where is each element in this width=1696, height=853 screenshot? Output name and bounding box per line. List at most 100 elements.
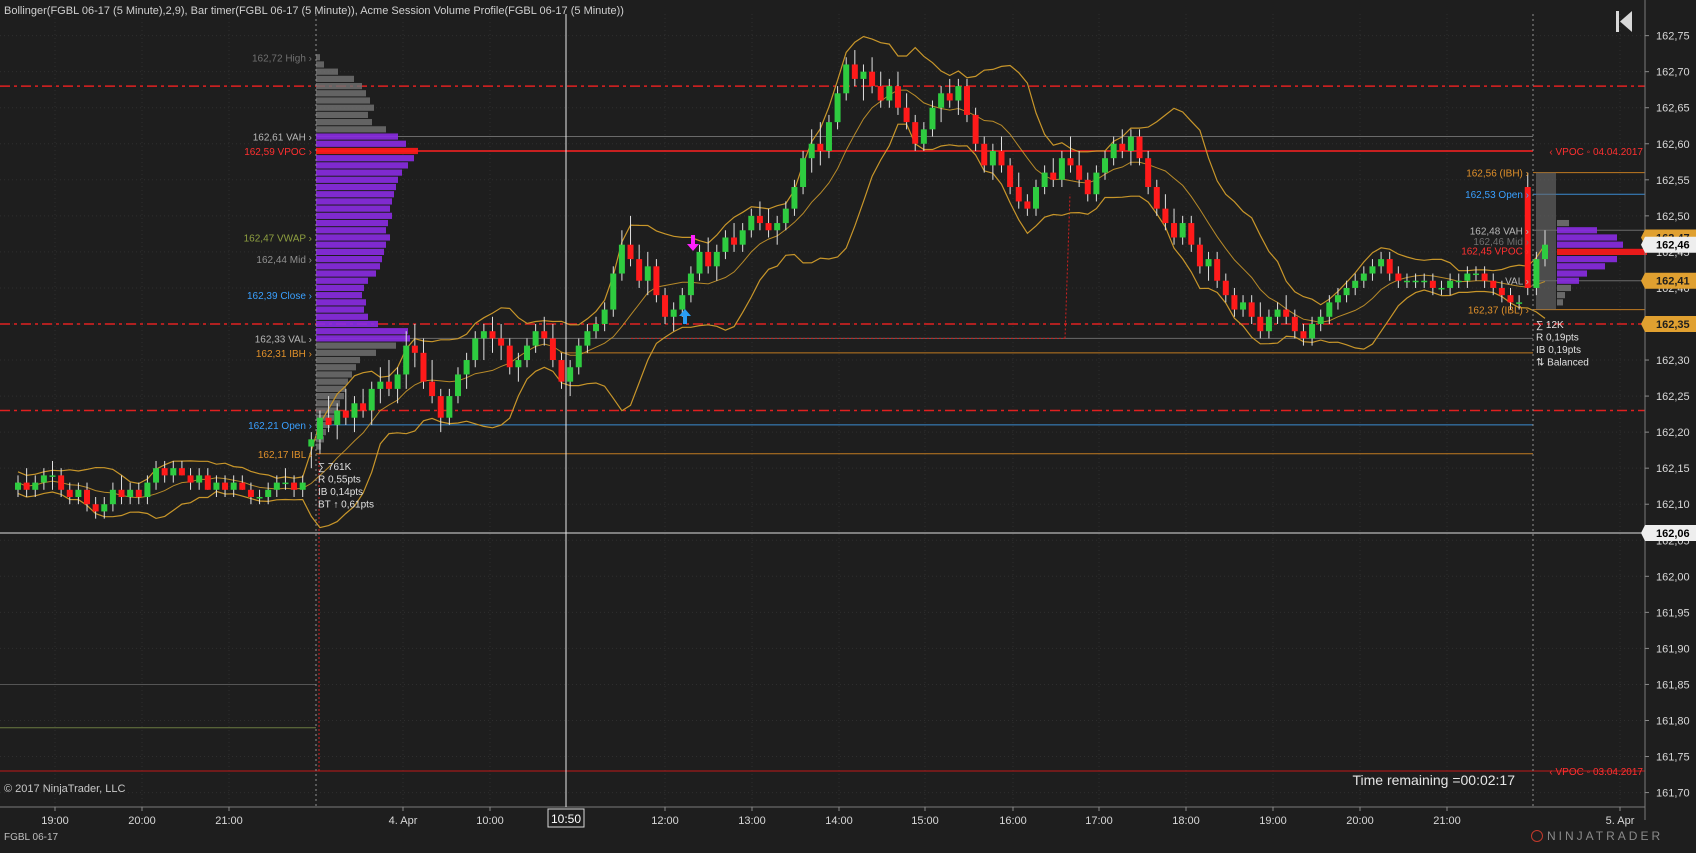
- candle-up: [782, 208, 789, 224]
- candle-up: [1110, 143, 1117, 159]
- price-badge-label: 162,35: [1656, 319, 1690, 331]
- candle-up: [1533, 259, 1540, 288]
- candle-down: [411, 345, 418, 353]
- profile-bar: [316, 75, 354, 82]
- copyright: © 2017 NinjaTrader, LLC: [4, 783, 125, 795]
- prev-profile-label: 162,47 VWAP ›: [244, 233, 312, 244]
- candle-down: [222, 482, 229, 490]
- candle-up: [860, 71, 867, 79]
- candle-down: [58, 475, 65, 490]
- candle-down: [1214, 259, 1221, 281]
- time-tick-label: 19:00: [41, 815, 69, 827]
- indicator-list: Bollinger(FGBL 06-17 (5 Minute),2,9), Ba…: [4, 5, 624, 17]
- candle-up: [368, 388, 375, 411]
- candle-down: [765, 223, 772, 231]
- candle-down: [1119, 143, 1126, 151]
- candle-up: [1058, 158, 1065, 180]
- profile-bar: [1557, 263, 1605, 270]
- candle-down: [92, 504, 99, 512]
- candle-down: [135, 489, 142, 498]
- candle-down: [1015, 187, 1022, 202]
- candle-up: [532, 331, 539, 346]
- profile-bar: [316, 119, 372, 126]
- cur-profile-label: 162,56 (IBH) ›: [1466, 169, 1529, 180]
- candle-up: [1438, 287, 1445, 290]
- candle-up: [308, 439, 315, 447]
- candle-up: [1464, 273, 1471, 281]
- candle-up: [1205, 259, 1212, 267]
- candle-up: [1265, 316, 1272, 332]
- candle-up: [748, 215, 755, 231]
- candle-up: [584, 331, 591, 346]
- candle-down: [541, 331, 548, 339]
- profile-bar: [316, 183, 396, 191]
- profile-bar: [316, 219, 388, 227]
- candle-up: [256, 497, 263, 499]
- profile-bar: [1557, 256, 1617, 263]
- candle-up: [1102, 158, 1109, 173]
- time-tick-label: 10:00: [476, 815, 504, 827]
- candle-up: [446, 396, 453, 418]
- profile-bar: [316, 284, 364, 292]
- candle-up: [40, 475, 47, 483]
- profile-bar: [1557, 227, 1597, 234]
- prev-session-stat: IB 0,14pts: [318, 487, 363, 498]
- candle-up: [1472, 273, 1479, 276]
- price-tick-label: 162,00: [1656, 571, 1690, 583]
- candle-down: [1395, 273, 1402, 281]
- profile-bar: [1557, 248, 1647, 256]
- price-tick-label: 162,25: [1656, 391, 1690, 403]
- ninjatrader-icon: [1531, 830, 1543, 842]
- candle-down: [981, 143, 988, 166]
- candle-up: [316, 417, 323, 440]
- candle-down: [187, 475, 194, 483]
- candle-up: [670, 309, 677, 317]
- candle-down: [1291, 316, 1298, 332]
- price-tick-label: 162,75: [1656, 31, 1690, 43]
- candle-down: [84, 489, 91, 505]
- time-tick-label: 4. Apr: [389, 815, 418, 827]
- candle-up: [394, 374, 401, 389]
- time-tick-label: 18:00: [1172, 815, 1200, 827]
- candle-down: [756, 215, 763, 224]
- candle-up: [1378, 259, 1385, 267]
- candle-down: [817, 143, 824, 151]
- profile-bar: [316, 342, 396, 349]
- price-tick-label: 162,20: [1656, 427, 1690, 439]
- candle-down: [360, 403, 367, 411]
- candle-up: [32, 482, 39, 490]
- profile-bar: [316, 241, 386, 248]
- candle-up: [213, 482, 220, 490]
- profile-bar: [316, 349, 376, 356]
- profile-bar: [316, 205, 390, 212]
- time-tick-label: 19:00: [1259, 815, 1287, 827]
- profile-bar: [1557, 270, 1587, 277]
- candle-down: [1222, 280, 1229, 296]
- profile-bar: [316, 90, 366, 97]
- candle-up: [1179, 223, 1186, 238]
- prev-session-stat: BT ↑ 0,61pts: [318, 500, 374, 511]
- candle-up: [886, 86, 893, 101]
- candle-up: [463, 360, 470, 375]
- price-tick-label: 162,70: [1656, 67, 1690, 79]
- profile-bar: [316, 169, 402, 176]
- candle-down: [437, 396, 444, 418]
- profile-bar: [316, 320, 378, 328]
- chart-window[interactable]: 162,72 High › 162,61 VAH › 162,59 VPOC › 16…: [0, 0, 1696, 848]
- price-tick-label: 162,50: [1656, 211, 1690, 223]
- candle-down: [247, 489, 254, 498]
- prev-profile-label: 162,31 IBH ›: [256, 349, 312, 360]
- candle-down: [1283, 309, 1290, 317]
- candle-up: [15, 482, 21, 490]
- candle-up: [230, 482, 237, 490]
- profile-bar: [316, 61, 324, 68]
- candle-down: [1490, 280, 1497, 288]
- candle-up: [403, 345, 410, 375]
- candle-down: [325, 417, 332, 425]
- time-tick-label: 16:00: [999, 815, 1027, 827]
- price-chart[interactable]: 162,72 High › 162,61 VAH › 162,59 VPOC › 16…: [0, 0, 1696, 848]
- candle-down: [903, 107, 910, 123]
- candle-up: [1412, 280, 1419, 283]
- candle-down: [1231, 295, 1238, 310]
- candle-up: [567, 367, 574, 382]
